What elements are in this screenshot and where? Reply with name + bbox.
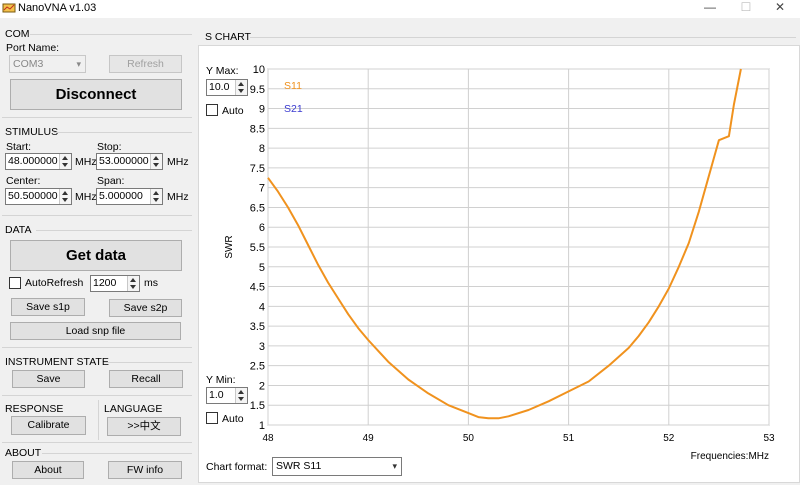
x-tick-label: 49 bbox=[363, 433, 375, 444]
y-tick-label: 1 bbox=[259, 420, 265, 432]
y-tick-label: 10 bbox=[253, 64, 265, 76]
close-button[interactable]: ✕ bbox=[760, 0, 800, 18]
center-frequency-value: 50.500000 bbox=[8, 190, 58, 202]
language-group-title: LANGUAGE bbox=[104, 403, 163, 415]
stop-label: Stop: bbox=[97, 141, 122, 153]
center-unit-label: MHz bbox=[75, 191, 97, 203]
x-axis-label: Frequencies:MHz bbox=[691, 451, 769, 462]
start-spinner[interactable] bbox=[59, 154, 71, 169]
span-spinner[interactable] bbox=[150, 189, 162, 204]
app-icon bbox=[2, 3, 16, 13]
span-frequency-input[interactable]: 5.000000 bbox=[96, 188, 163, 205]
stop-frequency-value: 53.000000 bbox=[99, 155, 149, 167]
swr-chart: 1 1.5 2 2.5 3 3.5 4 4.5 5 5.5 6 6.5 7 7.5 8 8.5 9 9.5 10 4… bbox=[224, 64, 775, 462]
y-tick-label: 1.5 bbox=[250, 400, 265, 412]
x-tick-label: 50 bbox=[463, 433, 475, 444]
data-group-title: DATA bbox=[5, 224, 32, 236]
refresh-interval-value: 1200 bbox=[93, 277, 117, 289]
save-s1p-button[interactable]: Save s1p bbox=[11, 298, 85, 316]
stimulus-group-title: STIMULUS bbox=[5, 126, 59, 138]
chart-grid bbox=[267, 68, 770, 426]
calibrate-button[interactable]: Calibrate bbox=[11, 416, 86, 435]
stop-spinner[interactable] bbox=[150, 154, 162, 169]
instrument-state-group-title: INSTRUMENT STATE bbox=[5, 356, 109, 368]
legend-item-s11[interactable]: S11 bbox=[284, 80, 302, 92]
response-group-title: RESPONSE bbox=[5, 403, 64, 415]
save-state-button[interactable]: Save bbox=[12, 370, 85, 388]
y-tick-label: 3.5 bbox=[250, 321, 265, 333]
refresh-interval-unit: ms bbox=[144, 277, 158, 289]
minimize-button[interactable]: — bbox=[690, 0, 730, 18]
y-tick-label: 9.5 bbox=[250, 84, 265, 96]
stop-unit-label: MHz bbox=[167, 156, 189, 168]
port-select-value: COM3 bbox=[13, 58, 44, 70]
chart-format-select[interactable]: SWR S11 ▾ bbox=[272, 457, 402, 476]
fw-info-button[interactable]: FW info bbox=[108, 461, 182, 479]
title-bar: NanoVNA v1.03 — ☐ ✕ bbox=[0, 0, 800, 18]
refresh-interval-input[interactable]: 1200 bbox=[90, 275, 140, 292]
legend-item-s21[interactable]: S21 bbox=[284, 103, 303, 115]
start-unit-label: MHz bbox=[75, 156, 97, 168]
y-tick-label: 4.5 bbox=[250, 282, 265, 294]
y-tick-label: 4 bbox=[259, 301, 265, 313]
y-tick-label: 8 bbox=[259, 143, 265, 155]
y-tick-label: 8.5 bbox=[250, 123, 265, 135]
y-tick-label: 3 bbox=[259, 341, 265, 353]
com-group-title: COM bbox=[5, 28, 30, 40]
autorefresh-label: AutoRefresh bbox=[25, 277, 84, 289]
x-tick-labels: 48 49 50 51 52 53 bbox=[262, 433, 775, 444]
y-tick-labels: 1 1.5 2 2.5 3 3.5 4 4.5 5 5.5 6 6.5 7 7.5 8 8.5 9 9.5 10 bbox=[250, 64, 265, 432]
center-label: Center: bbox=[6, 175, 41, 187]
disconnect-button[interactable]: Disconnect bbox=[10, 79, 182, 110]
s-chart-title: S CHART bbox=[205, 31, 251, 43]
x-tick-label: 52 bbox=[663, 433, 675, 444]
chart-format-label: Chart format: bbox=[206, 461, 268, 473]
y-tick-label: 6 bbox=[259, 222, 265, 234]
y-tick-label: 5 bbox=[259, 262, 265, 274]
start-label: Start: bbox=[6, 141, 32, 153]
stop-frequency-input[interactable]: 53.000000 bbox=[96, 153, 163, 170]
refresh-button[interactable]: Refresh bbox=[109, 55, 182, 73]
y-tick-label: 9 bbox=[259, 104, 265, 116]
chevron-down-icon: ▾ bbox=[392, 461, 397, 471]
center-frequency-input[interactable]: 50.500000 bbox=[5, 188, 72, 205]
autorefresh-checkbox[interactable] bbox=[9, 277, 21, 289]
y-tick-label: 2.5 bbox=[250, 361, 265, 373]
x-tick-label: 51 bbox=[563, 433, 575, 444]
chevron-down-icon: ▾ bbox=[76, 59, 81, 69]
load-snp-file-button[interactable]: Load snp file bbox=[10, 322, 181, 340]
recall-state-button[interactable]: Recall bbox=[109, 370, 183, 388]
span-unit-label: MHz bbox=[167, 191, 189, 203]
save-s2p-button[interactable]: Save s2p bbox=[109, 299, 182, 317]
y-tick-label: 5.5 bbox=[250, 242, 265, 254]
span-frequency-value: 5.000000 bbox=[99, 190, 143, 202]
refresh-interval-spinner[interactable] bbox=[127, 276, 139, 291]
start-frequency-value: 48.000000 bbox=[8, 155, 58, 167]
x-tick-label: 48 bbox=[262, 433, 274, 444]
y-tick-label: 7.5 bbox=[250, 163, 265, 175]
window-title: NanoVNA v1.03 bbox=[18, 2, 97, 14]
x-tick-label: 53 bbox=[763, 433, 775, 444]
y-tick-label: 2 bbox=[259, 380, 265, 392]
span-label: Span: bbox=[97, 175, 125, 187]
y-axis-label: SWR bbox=[224, 235, 235, 258]
start-frequency-input[interactable]: 48.000000 bbox=[5, 153, 72, 170]
get-data-button[interactable]: Get data bbox=[10, 240, 182, 271]
language-switch-button[interactable]: >>中文 bbox=[107, 417, 181, 436]
y-tick-label: 6.5 bbox=[250, 202, 265, 214]
chart-format-value: SWR S11 bbox=[276, 460, 322, 472]
about-button[interactable]: About bbox=[12, 461, 84, 479]
about-group-title: ABOUT bbox=[5, 447, 42, 459]
port-select[interactable]: COM3 ▾ bbox=[9, 55, 86, 73]
y-tick-label: 7 bbox=[259, 183, 265, 195]
center-spinner[interactable] bbox=[59, 189, 71, 204]
port-name-label: Port Name: bbox=[6, 42, 60, 54]
